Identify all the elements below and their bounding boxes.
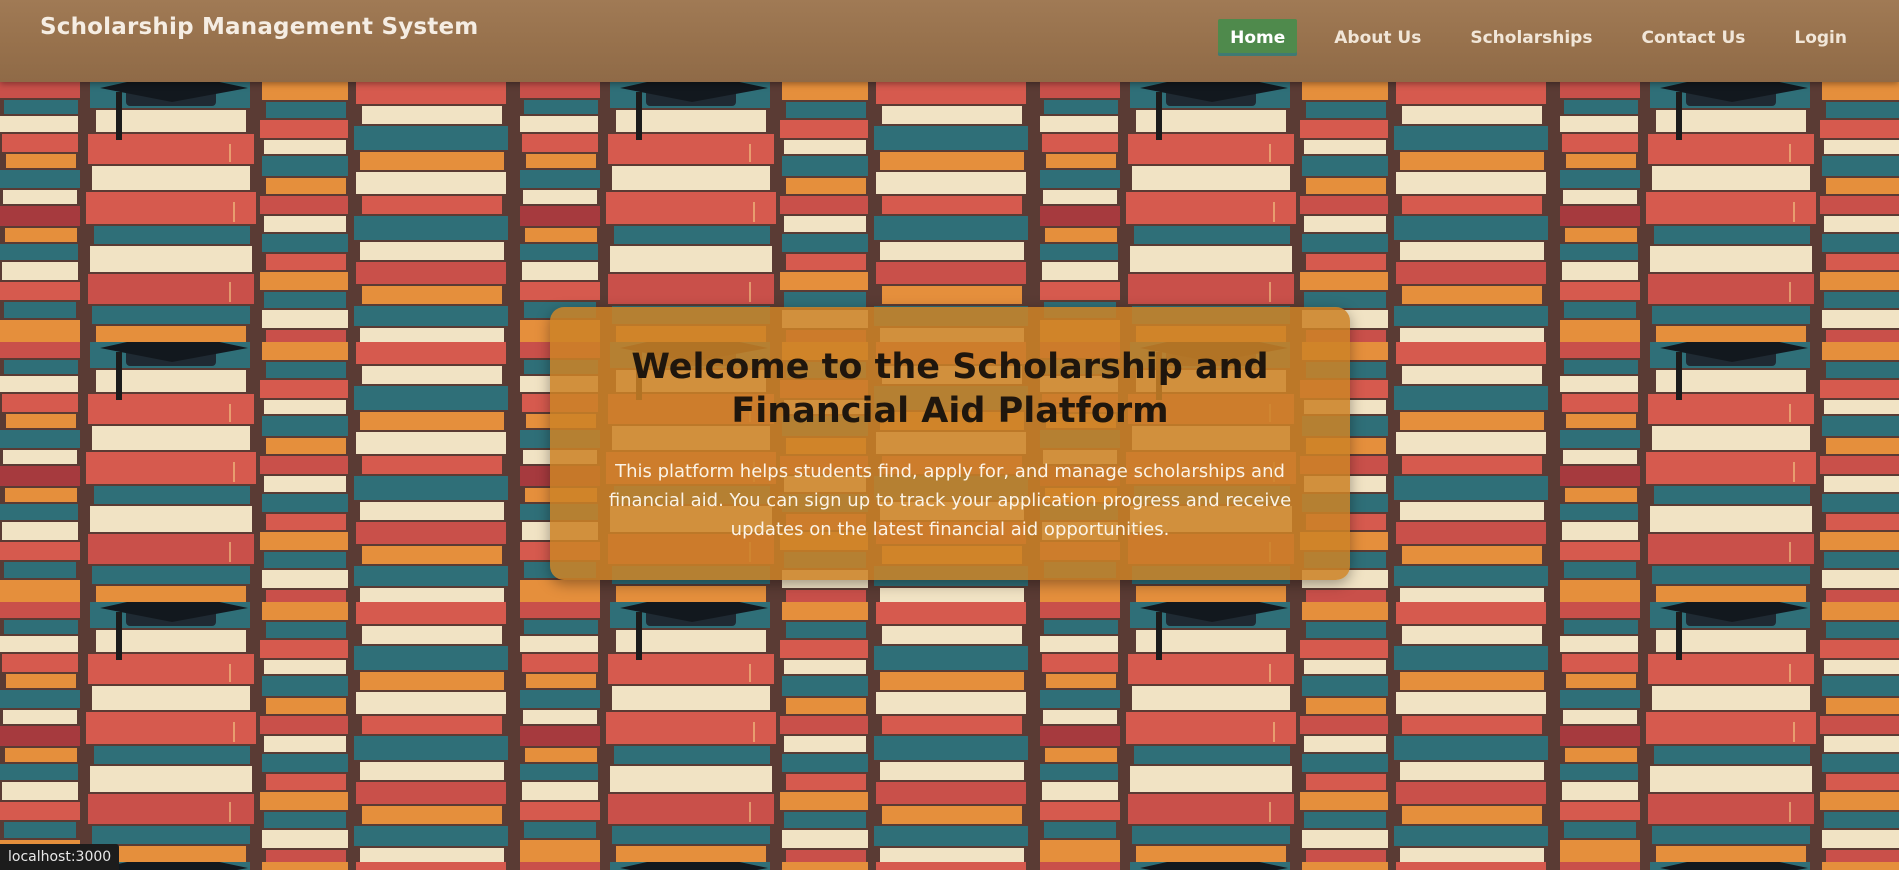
nav-home-link[interactable]: Home: [1218, 19, 1298, 56]
nav-about-link[interactable]: About Us: [1322, 19, 1433, 56]
welcome-card: Welcome to the Scholarship and Financial…: [550, 307, 1350, 580]
welcome-heading: Welcome to the Scholarship and Financial…: [631, 347, 1269, 431]
nav-login-link[interactable]: Login: [1782, 19, 1859, 56]
top-nav-bar: Scholarship Management System Home About…: [0, 0, 1899, 82]
browser-status-url: localhost:3000: [0, 844, 120, 870]
main-nav: Home About Us Scholarships Contact Us Lo…: [1201, 19, 1859, 56]
nav-scholarships-link[interactable]: Scholarships: [1458, 19, 1604, 56]
brand-title[interactable]: Scholarship Management System: [40, 14, 478, 40]
nav-contact-link[interactable]: Contact Us: [1629, 19, 1757, 56]
welcome-description: This platform helps students find, apply…: [608, 461, 1292, 540]
